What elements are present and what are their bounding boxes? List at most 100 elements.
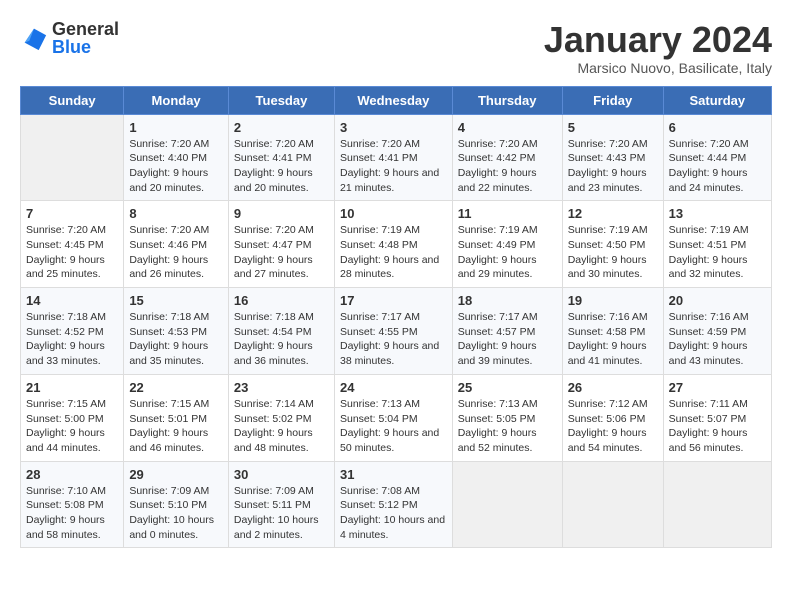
day-number: 26: [568, 380, 658, 395]
sunset-text: Sunset: 5:02 PM: [234, 413, 312, 425]
sunset-text: Sunset: 4:40 PM: [129, 152, 207, 164]
sunrise-text: Sunrise: 7:20 AM: [340, 138, 420, 150]
sunset-text: Sunset: 4:45 PM: [26, 239, 104, 251]
sunrise-text: Sunrise: 7:17 AM: [458, 311, 538, 323]
sunset-text: Sunset: 4:58 PM: [568, 326, 646, 338]
sunrise-text: Sunrise: 7:20 AM: [234, 138, 314, 150]
day-info: Sunrise: 7:20 AMSunset: 4:44 PMDaylight:…: [669, 137, 766, 196]
day-info: Sunrise: 7:13 AMSunset: 5:04 PMDaylight:…: [340, 397, 447, 456]
day-cell: 16Sunrise: 7:18 AMSunset: 4:54 PMDayligh…: [228, 288, 334, 375]
day-cell: 21Sunrise: 7:15 AMSunset: 5:00 PMDayligh…: [21, 374, 124, 461]
month-title: January 2024: [544, 20, 772, 60]
day-number: 10: [340, 206, 447, 221]
sunset-text: Sunset: 4:41 PM: [340, 152, 418, 164]
daylight-text: Daylight: 9 hours and 52 minutes.: [458, 427, 537, 454]
day-number: 6: [669, 120, 766, 135]
day-info: Sunrise: 7:19 AMSunset: 4:49 PMDaylight:…: [458, 223, 557, 282]
sunrise-text: Sunrise: 7:20 AM: [26, 224, 106, 236]
day-info: Sunrise: 7:20 AMSunset: 4:47 PMDaylight:…: [234, 223, 329, 282]
sunset-text: Sunset: 5:08 PM: [26, 499, 104, 511]
day-info: Sunrise: 7:19 AMSunset: 4:48 PMDaylight:…: [340, 223, 447, 282]
sunset-text: Sunset: 4:52 PM: [26, 326, 104, 338]
sunset-text: Sunset: 5:10 PM: [129, 499, 207, 511]
sunset-text: Sunset: 4:47 PM: [234, 239, 312, 251]
sunrise-text: Sunrise: 7:19 AM: [458, 224, 538, 236]
day-number: 20: [669, 293, 766, 308]
day-info: Sunrise: 7:16 AMSunset: 4:58 PMDaylight:…: [568, 310, 658, 369]
sunrise-text: Sunrise: 7:18 AM: [129, 311, 209, 323]
daylight-text: Daylight: 9 hours and 32 minutes.: [669, 254, 748, 281]
day-cell: 9Sunrise: 7:20 AMSunset: 4:47 PMDaylight…: [228, 201, 334, 288]
day-info: Sunrise: 7:19 AMSunset: 4:51 PMDaylight:…: [669, 223, 766, 282]
day-number: 7: [26, 206, 118, 221]
daylight-text: Daylight: 10 hours and 2 minutes.: [234, 514, 319, 541]
sunrise-text: Sunrise: 7:19 AM: [568, 224, 648, 236]
daylight-text: Daylight: 9 hours and 25 minutes.: [26, 254, 105, 281]
day-info: Sunrise: 7:14 AMSunset: 5:02 PMDaylight:…: [234, 397, 329, 456]
sunrise-text: Sunrise: 7:15 AM: [129, 398, 209, 410]
daylight-text: Daylight: 9 hours and 20 minutes.: [234, 167, 313, 194]
sunrise-text: Sunrise: 7:20 AM: [129, 224, 209, 236]
day-cell: 2Sunrise: 7:20 AMSunset: 4:41 PMDaylight…: [228, 114, 334, 201]
day-number: 23: [234, 380, 329, 395]
day-info: Sunrise: 7:09 AMSunset: 5:10 PMDaylight:…: [129, 484, 223, 543]
day-cell: 1Sunrise: 7:20 AMSunset: 4:40 PMDaylight…: [124, 114, 229, 201]
sunrise-text: Sunrise: 7:20 AM: [234, 224, 314, 236]
sunset-text: Sunset: 4:50 PM: [568, 239, 646, 251]
daylight-text: Daylight: 9 hours and 43 minutes.: [669, 340, 748, 367]
day-number: 8: [129, 206, 223, 221]
day-info: Sunrise: 7:17 AMSunset: 4:55 PMDaylight:…: [340, 310, 447, 369]
sunset-text: Sunset: 5:12 PM: [340, 499, 418, 511]
calendar-table: SundayMondayTuesdayWednesdayThursdayFrid…: [20, 86, 772, 549]
day-number: 18: [458, 293, 557, 308]
sunrise-text: Sunrise: 7:19 AM: [340, 224, 420, 236]
logo-general-text: General: [52, 20, 119, 38]
sunrise-text: Sunrise: 7:19 AM: [669, 224, 749, 236]
sunrise-text: Sunrise: 7:16 AM: [568, 311, 648, 323]
day-cell: [562, 461, 663, 548]
day-number: 29: [129, 467, 223, 482]
day-number: 30: [234, 467, 329, 482]
day-cell: 5Sunrise: 7:20 AMSunset: 4:43 PMDaylight…: [562, 114, 663, 201]
sunrise-text: Sunrise: 7:12 AM: [568, 398, 648, 410]
daylight-text: Daylight: 9 hours and 58 minutes.: [26, 514, 105, 541]
day-info: Sunrise: 7:20 AMSunset: 4:46 PMDaylight:…: [129, 223, 223, 282]
day-cell: 27 Sunrise: 7:11 AMSunset: 5:07 PMDayligh…: [663, 374, 771, 461]
day-info: Sunrise: 7:10 AMSunset: 5:08 PMDaylight:…: [26, 484, 118, 543]
sunset-text: Sunset: 4:59 PM: [669, 326, 747, 338]
day-cell: 8 Sunrise: 7:20 AMSunset: 4:46 PMDaylight…: [124, 201, 229, 288]
day-number: 28: [26, 467, 118, 482]
sunset-text: Sunset: 5:11 PM: [234, 499, 311, 511]
day-cell: 10 Sunrise: 7:19 AMSunset: 4:48 PMDayligh…: [334, 201, 452, 288]
sunrise-text: Sunrise: 7:08 AM: [340, 485, 420, 497]
logo-icon: [20, 24, 48, 52]
daylight-text: Daylight: 9 hours and 44 minutes.: [26, 427, 105, 454]
daylight-text: Daylight: 9 hours and 39 minutes.: [458, 340, 537, 367]
day-cell: 7 Sunrise: 7:20 AM Sunset: 4:45 PM Daylight…: [21, 201, 124, 288]
day-number: 25: [458, 380, 557, 395]
day-info: Sunrise: 7:11 AMSunset: 5:07 PMDaylight:…: [669, 397, 766, 456]
day-info: Sunrise: 7:18 AMSunset: 4:54 PMDaylight:…: [234, 310, 329, 369]
day-cell: 4Sunrise: 7:20 AMSunset: 4:42 PMDaylight…: [452, 114, 562, 201]
header-day-friday: Friday: [562, 86, 663, 114]
sunset-text: Sunset: 4:43 PM: [568, 152, 646, 164]
daylight-text: Daylight: 9 hours and 56 minutes.: [669, 427, 748, 454]
sunrise-text: Sunrise: 7:18 AM: [234, 311, 314, 323]
week-row-1: 1Sunrise: 7:20 AMSunset: 4:40 PMDaylight…: [21, 114, 772, 201]
daylight-text: Daylight: 9 hours and 50 minutes.: [340, 427, 439, 454]
sunrise-text: Sunrise: 7:20 AM: [568, 138, 648, 150]
sunrise-text: Sunrise: 7:20 AM: [458, 138, 538, 150]
daylight-text: Daylight: 9 hours and 24 minutes.: [669, 167, 748, 194]
day-cell: [663, 461, 771, 548]
day-cell: 11Sunrise: 7:19 AMSunset: 4:49 PMDayligh…: [452, 201, 562, 288]
day-number: 3: [340, 120, 447, 135]
sunrise-text: Sunrise: 7:18 AM: [26, 311, 106, 323]
sunset-text: Sunset: 5:01 PM: [129, 413, 207, 425]
day-number: 27: [669, 380, 766, 395]
day-cell: 14Sunrise: 7:18 AMSunset: 4:52 PMDayligh…: [21, 288, 124, 375]
day-info: Sunrise: 7:13 AMSunset: 5:05 PMDaylight:…: [458, 397, 557, 456]
day-cell: 17Sunrise: 7:17 AMSunset: 4:55 PMDayligh…: [334, 288, 452, 375]
day-info: Sunrise: 7:18 AMSunset: 4:53 PMDaylight:…: [129, 310, 223, 369]
daylight-text: Daylight: 9 hours and 29 minutes.: [458, 254, 537, 281]
day-number: 2: [234, 120, 329, 135]
